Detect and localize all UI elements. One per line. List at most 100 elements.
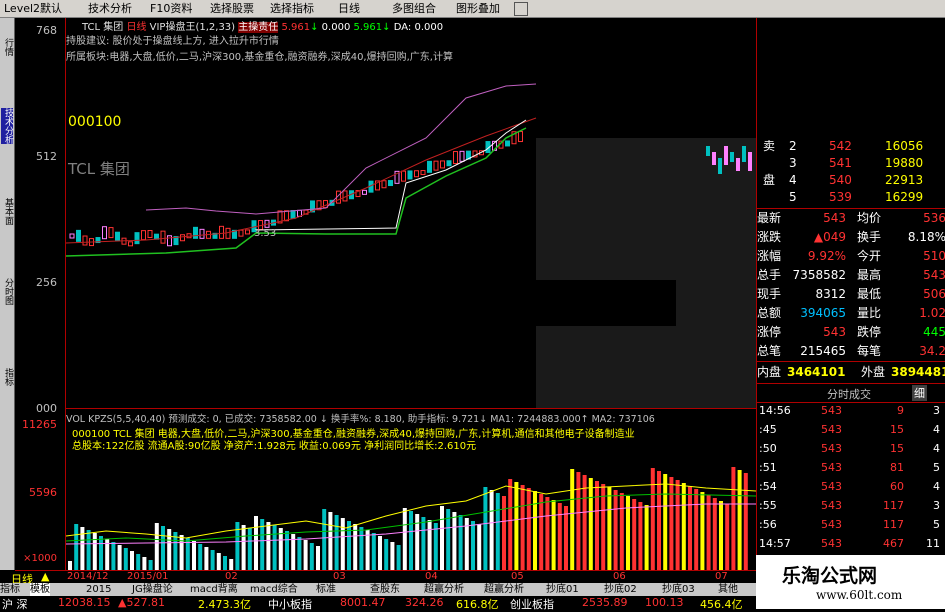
vol-header-line1: VOL KPZS(5,5,40,40) 预测成交: 0, 已成交: 735858… [66,414,655,425]
ticker-label[interactable]: 沪 深 [2,596,28,612]
volume-bar [669,477,674,571]
menu-level2[interactable]: Level2默认 [4,1,62,16]
orderbook-row[interactable]: 卖 2 542 16056 [757,138,945,155]
candle [154,233,159,240]
left-tab-tech[interactable]: 技术分析 [1,108,13,144]
chart-v1: 5.961 [281,22,311,33]
tick-price: 543 [821,423,842,436]
volume-bar [489,490,494,571]
stats-row: 总笔 215465 每笔 34.2 [757,342,945,361]
tab-2015[interactable]: 2015 [86,583,111,596]
volume-bar [334,515,339,571]
menu-multi-chart[interactable]: 多图组合 [392,1,436,16]
volume-bar [210,550,215,571]
tab-chaodi03[interactable]: 抄底03 [662,583,695,596]
ticks-toggle-button[interactable]: 细 [912,385,927,401]
stat-value: 7358582 [792,268,846,282]
tab-chaodi02[interactable]: 抄底02 [604,583,637,596]
candle [427,160,432,173]
ma-red-line [66,117,537,244]
tick-row: 14:56 543 9 3 [757,402,945,420]
orderbook-row[interactable]: 3 541 19880 [757,155,945,172]
tick-row: :54 543 60 4 [757,478,945,496]
ticker-label[interactable]: 中小板指 [268,596,312,612]
candle [459,150,465,162]
volume-bar [539,494,544,571]
volume-bar [130,551,134,571]
date-axis: 日线 ▲ 2014/12 2015/01 02 03 04 05 06 07 [11,570,756,586]
orderbook-row[interactable]: 盘 4 540 22913 [757,172,945,189]
tab-chaodi01[interactable]: 抄底01 [546,583,579,596]
stat-value: 9.92% [807,249,846,263]
stats-row: 涨停 543 跌停 445 [757,323,945,342]
tick-row: :56 543 117 5 [757,516,945,534]
volume-bar [86,530,91,571]
candle [446,160,452,167]
menu-select-stock[interactable]: 选择股票 [210,1,254,16]
overlay-name: TCL 集团 [68,160,130,178]
candle [141,230,146,241]
tab-chaoying-2[interactable]: 超赢分析 [484,583,524,596]
ticks-title[interactable]: 分时成交 [827,386,871,402]
orderbook-row[interactable]: 5 539 16299 [757,189,945,206]
inner-label: 内盘 [757,365,782,379]
stat-label: 最新 [757,211,782,225]
volume-bar [626,496,630,571]
volume-pane[interactable]: VOL KPZS(5,5,40,40) 预测成交: 0, 已成交: 735858… [66,408,756,571]
volume-bar [409,511,413,571]
left-tab-intraday[interactable]: 分时图 [1,278,13,305]
kline-chart[interactable]: TCL 集团 日线 VIP操盘王(1,2,33) 主操责任 5.961↓ 0.0… [66,18,756,408]
tab-standard[interactable]: 标准 [316,583,336,596]
stat-value: 394065 [800,306,846,320]
menu-f10[interactable]: F10资料 [150,1,192,16]
tab-jg[interactable]: JG操盘论 [132,583,173,596]
candle [199,228,205,239]
volume-bar [223,556,227,571]
down-arrow-icon: ↓ [382,22,391,33]
candle [706,146,710,156]
left-tab-quote[interactable]: 行情 [1,38,13,56]
left-tab-indicator[interactable]: 指标 [1,368,13,386]
tick-volume: 15 [890,423,904,436]
tab-other[interactable]: 其他 [718,583,738,596]
volume-bar [371,533,376,571]
candle [712,152,716,165]
tick-price: 543 [821,518,842,531]
volume-bar [285,531,289,571]
orderbook-side: 盘 [763,173,776,187]
chart-da: DA: 0.000 [393,22,444,33]
volume-bar [241,525,246,571]
menu-daily[interactable]: 日线 [338,1,360,16]
candle [718,158,722,174]
left-tab-fundamental[interactable]: 基本面 [1,198,13,225]
candle [505,140,510,147]
tick-count: 11 [926,537,940,550]
date-label: 07 [715,571,728,582]
ticker-label[interactable]: 创业板指 [510,596,554,612]
tick-volume: 60 [890,480,904,493]
stats-row: 现手 8312 最低 506 [757,285,945,304]
tab-macd-divergence[interactable]: macd背离 [190,583,238,596]
tab-shareholders[interactable]: 查股东 [370,583,400,596]
candle [420,170,426,176]
tab-template[interactable]: 模板 [30,583,50,596]
tab-indicator[interactable]: 指标 [0,583,20,596]
menu-overlay[interactable]: 图形叠加 [456,1,500,16]
tab-macd-combo[interactable]: macd综合 [250,583,298,596]
volume-bar [136,554,141,571]
ticker-value: 2535.89 [582,596,628,609]
volume-bar [192,541,196,571]
menu-select-indicator[interactable]: 选择指标 [270,1,314,16]
overlay-code: 000100 [68,114,122,130]
ticker-value: 12038.15 [58,596,111,609]
menu-tech-analysis[interactable]: 技术分析 [88,1,132,16]
candle [748,152,752,171]
outer-label: 外盘 [861,365,886,379]
window-icon[interactable] [514,2,528,16]
candle [193,226,198,239]
tick-row: :45 543 15 4 [757,421,945,439]
volume-bar [582,475,587,571]
stat-label: 最低 [857,287,882,301]
tab-chaoying-1[interactable]: 超赢分析 [424,583,464,596]
volume-bar [99,536,103,571]
